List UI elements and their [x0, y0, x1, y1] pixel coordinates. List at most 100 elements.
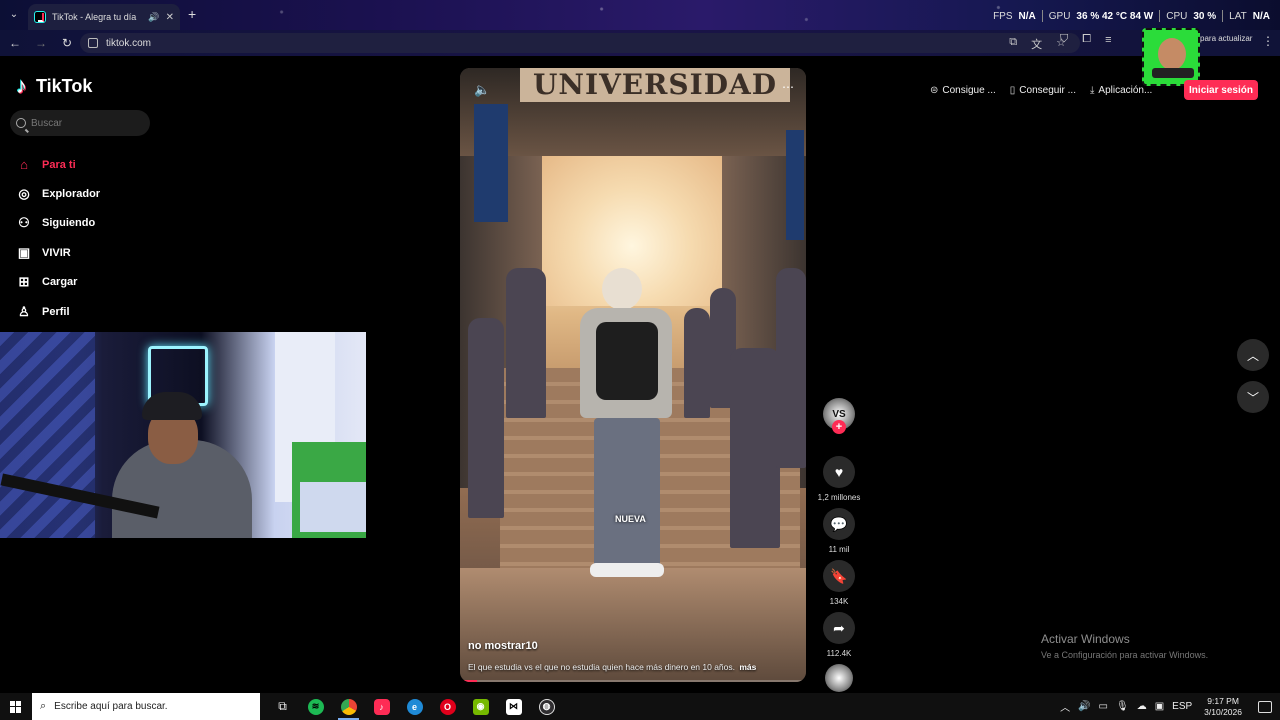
more-button[interactable]: más [739, 662, 756, 672]
tiktok-app-icon[interactable]: ♪ [365, 693, 398, 720]
video-author[interactable]: no mostrar10 [468, 640, 538, 652]
creator-avatar[interactable]: VS + [823, 398, 855, 434]
skeleton-jeans [594, 418, 660, 568]
sidebar-item-label: VIVIR [42, 246, 71, 259]
screen: ⌄ TikTok - Alegra tu día 🔊 ✕ + FPS N/A G… [0, 0, 1280, 720]
get-coins-link[interactable]: ⊜ Consigue ... [930, 85, 996, 96]
gpu-value: 36 % 42 °C 84 W [1076, 10, 1154, 22]
video-progress-fill [460, 680, 478, 682]
forward-button[interactable]: → [30, 32, 52, 54]
download-icon: ⤓ [1089, 84, 1095, 96]
get-app-label: Conseguir ... [1019, 84, 1076, 96]
webcam-bed [292, 442, 366, 538]
comment-icon[interactable]: 💬 [823, 508, 855, 540]
windows-logo-icon [10, 700, 22, 713]
tray-app-icon[interactable]: ▣ [1155, 701, 1164, 712]
bookmark-icon[interactable]: 🔖 [823, 560, 855, 592]
tiktok-logo[interactable]: TikTok [16, 73, 92, 99]
lat-value: N/A [1252, 10, 1270, 22]
tray-overflow-icon[interactable]: ︿ [1060, 699, 1070, 714]
creator-avatar-group: VS + [816, 398, 862, 456]
download-app-link[interactable]: ⤓ Aplicación... [1090, 85, 1152, 96]
sidebar-item-vivir[interactable]: ▣ VIVIR [16, 238, 100, 267]
sidebar-item-label: Perfil [42, 305, 70, 318]
tiktok-favicon-icon [34, 11, 46, 23]
taskbar-search[interactable]: ⌕ Escribe aquí para buscar. [32, 693, 260, 720]
previous-video-button[interactable]: ︿ [1237, 339, 1269, 371]
browser-menu-icon[interactable]: ⋮ [1262, 34, 1274, 48]
fps-value: N/A [1018, 10, 1036, 22]
sidebar-item-siguiendo[interactable]: ⚇ Siguiendo [16, 209, 100, 238]
next-video-button[interactable]: ﹀ [1237, 381, 1269, 413]
microphone-icon[interactable]: 🎙 [1116, 701, 1129, 712]
translate-icon[interactable]: 文 [1031, 36, 1042, 52]
video-progress-bar[interactable] [460, 680, 806, 682]
reload-button[interactable]: ↻ [56, 32, 78, 54]
sidebar-item-cargar[interactable]: ⊞ Cargar [16, 268, 100, 297]
notifications-icon[interactable] [1258, 700, 1272, 713]
new-tab-button[interactable]: + [188, 6, 196, 22]
language-indicator[interactable]: ESP [1172, 701, 1192, 712]
network-icon[interactable]: ▭ [1099, 701, 1108, 712]
video-banner-right [786, 130, 804, 240]
capcut-icon[interactable]: ⋈ [497, 693, 530, 720]
extensions-area: ⛉ ⧠ ≡ [1060, 33, 1111, 46]
edge-icon[interactable]: e [398, 693, 431, 720]
tab-close-icon[interactable]: ✕ [166, 12, 174, 23]
download-app-label: Aplicación... [1098, 84, 1153, 96]
opera-icon[interactable]: O [431, 693, 464, 720]
login-button[interactable]: Iniciar sesión [1184, 80, 1258, 100]
skeleton-skull [602, 268, 642, 310]
streamer-profile-avatar [1142, 28, 1200, 86]
clock[interactable]: 9:17 PM 3/10/2026 [1204, 696, 1242, 718]
heart-icon[interactable]: ♥ [823, 456, 855, 488]
search-box[interactable] [10, 110, 150, 136]
obs-icon[interactable]: ◍ [530, 693, 563, 720]
nvidia-icon[interactable]: ◉ [464, 693, 497, 720]
back-button[interactable]: ← [4, 32, 26, 54]
site-info-icon[interactable] [88, 38, 98, 48]
tab-title: TikTok - Alegra tu día [52, 12, 137, 22]
volume-icon[interactable]: 🔈 [474, 82, 490, 98]
live-icon: ▣ [17, 244, 31, 260]
creator-avatar-text: VS [832, 408, 846, 420]
system-tray: ︿ 🔊 ▭ 🎙 ☁ ▣ ESP 9:17 PM 3/10/2026 [1060, 693, 1280, 720]
tab-search-icon[interactable]: ⌄ [6, 7, 22, 23]
chevron-down-icon: ﹀ [1246, 390, 1259, 405]
sidebar-item-label: Cargar [42, 276, 78, 289]
reading-list-icon[interactable]: ≡ [1105, 34, 1111, 46]
search-input[interactable] [31, 117, 141, 129]
sidebar-item-perfil[interactable]: ♙ Perfil [16, 297, 100, 326]
task-view-icon[interactable]: ⧉ [266, 693, 299, 720]
get-app-link[interactable]: ▯ Conseguir ... [1010, 85, 1076, 96]
address-bar[interactable]: tiktok.com ⧉ 文 ☆ [80, 33, 1080, 53]
hud-separator [1041, 10, 1043, 22]
share-icon[interactable]: ➦ [823, 612, 855, 644]
sidebar-item-label: Para ti [42, 158, 76, 171]
sidebar-item-explorador[interactable]: ◎ Explorador [16, 179, 100, 208]
video-skeleton-student [572, 268, 682, 578]
install-app-icon[interactable]: ⧉ [1009, 36, 1017, 52]
start-button[interactable] [0, 693, 32, 720]
sidebar-item-para-ti[interactable]: ⌂ Para ti [16, 150, 100, 179]
video-player[interactable]: UNIVERSIDAD 🔈 ⋯ NUEVA no mostrar10 El qu… [460, 68, 806, 682]
shield-extension-icon[interactable]: ⛉ [1060, 33, 1068, 46]
onedrive-icon[interactable]: ☁ [1137, 701, 1147, 712]
upload-icon: ⊞ [18, 274, 30, 290]
spotify-icon[interactable]: ≋ [299, 693, 332, 720]
tab-audio-icon[interactable]: 🔊 [148, 12, 159, 23]
phone-icon: ▯ [1009, 84, 1016, 96]
update-label[interactable]: para actualizar [1200, 34, 1252, 43]
browser-tab[interactable]: TikTok - Alegra tu día 🔊 ✕ [28, 4, 180, 30]
video-description: El que estudia vs el que no estudia quie… [468, 662, 756, 672]
lat-label: LAT [1229, 10, 1247, 22]
speaker-icon[interactable]: 🔊 [1078, 701, 1090, 712]
extensions-puzzle-icon[interactable]: ⧠ [1082, 33, 1091, 46]
music-disc-icon[interactable] [825, 664, 853, 692]
video-more-options-icon[interactable]: ⋯ [782, 80, 794, 94]
url-text: tiktok.com [106, 37, 152, 49]
chrome-icon[interactable] [332, 693, 365, 720]
tiktok-note-icon [16, 73, 32, 99]
follow-plus-icon[interactable]: + [832, 420, 846, 434]
video-overlay-text: NUEVA [615, 514, 646, 524]
